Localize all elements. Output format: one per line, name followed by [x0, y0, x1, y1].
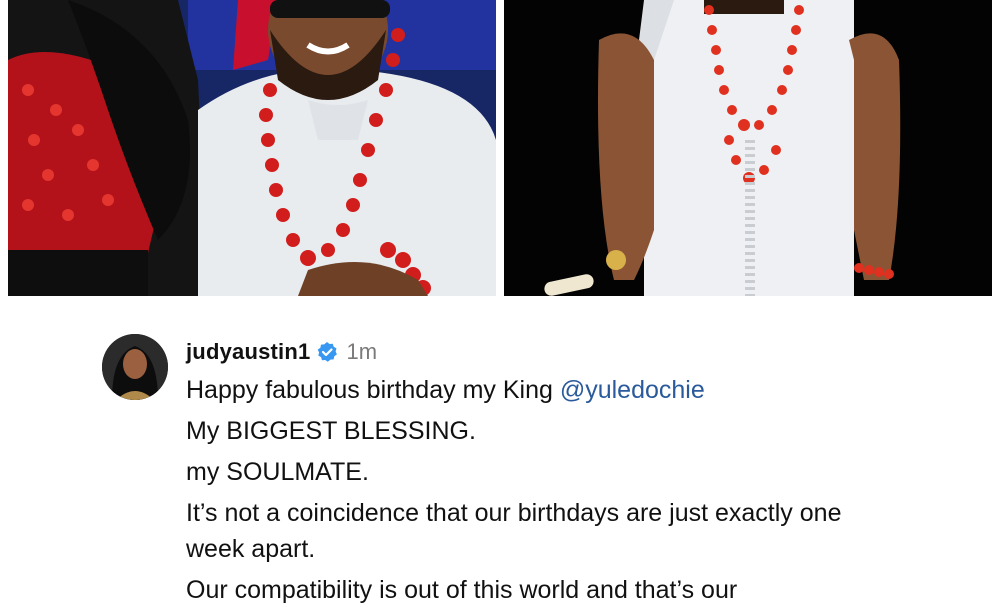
verified-badge-icon: [316, 341, 338, 363]
post-timestamp: 1m: [346, 339, 378, 364]
caption-line-1-text: Happy fabulous birthday my King: [186, 376, 560, 404]
man-photo[interactable]: [504, 0, 992, 296]
caption-line-1: Happy fabulous birthday my King @yuledoc…: [186, 372, 906, 408]
photo-grid: [0, 0, 1000, 296]
username[interactable]: judyaustin1: [186, 339, 310, 365]
caption-line-4: It’s not a coincidence that our birthday…: [186, 499, 842, 563]
couple-photo[interactable]: [8, 0, 496, 296]
caption-line-3: my SOULMATE.: [186, 458, 369, 486]
caption-line-5: Our compatibility is out of this world a…: [186, 576, 738, 604]
caption-text: Happy fabulous birthday my King @yuledoc…: [186, 372, 906, 613]
caption-line-2: My BIGGEST BLESSING.: [186, 417, 476, 445]
mention-link[interactable]: @yuledochie: [560, 376, 705, 404]
post-header: judyaustin1 1m: [186, 338, 377, 366]
avatar[interactable]: [102, 334, 168, 400]
